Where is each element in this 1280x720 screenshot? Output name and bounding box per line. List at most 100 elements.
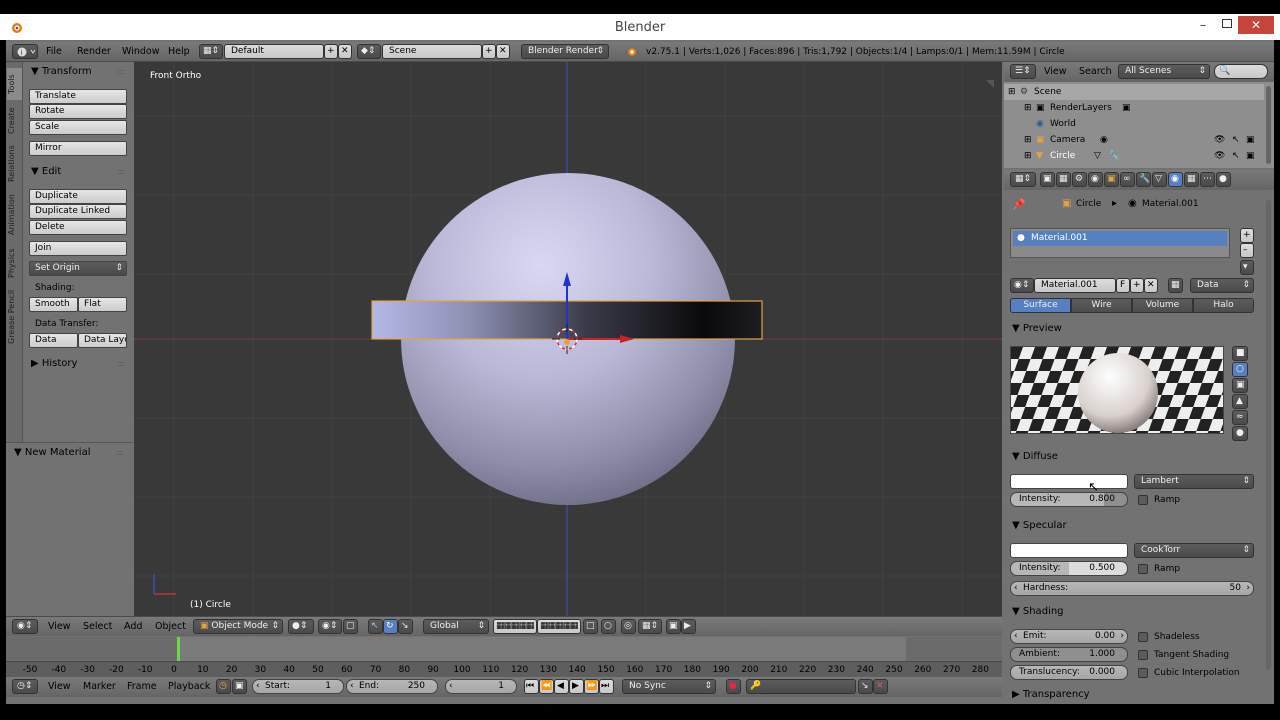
- diffuse-ramp-checkbox[interactable]: [1138, 495, 1148, 505]
- join-button[interactable]: Join: [29, 241, 127, 256]
- layout-selector[interactable]: Default: [224, 44, 324, 59]
- manipulator-toggle-icon[interactable]: ▢: [343, 619, 358, 634]
- menu-outliner-search[interactable]: Search: [1079, 66, 1112, 77]
- texture-tab-icon[interactable]: ▦: [1184, 172, 1199, 187]
- layers-block-2[interactable]: ▦▦▦▦▦: [537, 619, 581, 634]
- material-name-field[interactable]: Material.001: [1034, 278, 1116, 293]
- duplicate-button[interactable]: Duplicate: [29, 189, 127, 204]
- set-origin-dropdown[interactable]: Set Origin ⇕: [29, 261, 127, 276]
- preview-cube-icon[interactable]: ▣: [1232, 378, 1248, 393]
- slot-specials-icon[interactable]: ▾: [1240, 260, 1254, 275]
- ambient-slider[interactable]: Ambient: 1.000: [1010, 647, 1128, 662]
- outliner-display-dropdown[interactable]: All Scenes ⇕: [1118, 64, 1210, 79]
- material-slot-item[interactable]: ● Material.001: [1013, 231, 1227, 246]
- specular-color-swatch[interactable]: [1010, 543, 1128, 558]
- hardness-field[interactable]: ‹ Hardness: 50 ›: [1010, 581, 1254, 596]
- history-panel-header[interactable]: ▶ History: [31, 358, 77, 369]
- expand-icon[interactable]: ⊞: [1024, 100, 1032, 116]
- delete-keyframe-icon[interactable]: ✕: [873, 679, 888, 694]
- physics-tab-icon[interactable]: ●: [1216, 172, 1231, 187]
- snap-element-icon[interactable]: ▦⇕: [638, 619, 662, 634]
- lock-layers-icon[interactable]: □: [583, 619, 598, 634]
- tab-relations[interactable]: Relations: [7, 142, 22, 186]
- scale-manipulator-icon[interactable]: ↘: [398, 619, 413, 634]
- data-tab-icon[interactable]: ▽: [1152, 172, 1167, 187]
- fake-user-button[interactable]: F: [1116, 278, 1130, 293]
- tab-create[interactable]: Create: [7, 104, 22, 138]
- diffuse-shader-dropdown[interactable]: Lambert ⇕: [1134, 474, 1254, 489]
- expand-icon[interactable]: ⊞: [1008, 84, 1016, 100]
- mode-dropdown[interactable]: ▣ Object Mode ⇕: [193, 619, 283, 634]
- jump-start-icon[interactable]: ⏮: [524, 679, 539, 694]
- shadeless-checkbox[interactable]: [1138, 632, 1148, 642]
- end-frame-field[interactable]: ‹ End: 250: [346, 679, 438, 694]
- diffuse-color-swatch[interactable]: [1010, 474, 1128, 489]
- constraints-tab-icon[interactable]: ∞: [1120, 172, 1135, 187]
- preview-flat-icon[interactable]: ■: [1232, 346, 1248, 361]
- jump-end-icon[interactable]: ⏭: [599, 679, 614, 694]
- translate-manipulator-icon[interactable]: ↖: [368, 619, 383, 634]
- tab-wire[interactable]: Wire: [1071, 298, 1132, 313]
- render-layers-tab-icon[interactable]: ▦: [1056, 172, 1071, 187]
- scene-type-icon[interactable]: ◆⇕: [357, 44, 381, 59]
- translate-button[interactable]: Translate: [29, 89, 127, 104]
- pivot-point-icon[interactable]: ◉⇕: [318, 619, 342, 634]
- auto-keying-icon[interactable]: ●: [726, 679, 741, 694]
- object-tab-icon[interactable]: ▣: [1104, 172, 1119, 187]
- opengl-render-icon[interactable]: ▣: [666, 619, 681, 634]
- material-browse-icon[interactable]: ◉⇕: [1010, 278, 1034, 293]
- pin-icon[interactable]: 📌: [1012, 198, 1026, 211]
- specular-ramp-checkbox[interactable]: [1138, 564, 1148, 574]
- tab-surface[interactable]: Surface: [1010, 298, 1071, 313]
- specular-intensity-slider[interactable]: Intensity: 0.500: [1010, 561, 1128, 576]
- cubic-interpolation-checkbox[interactable]: [1138, 668, 1148, 678]
- node-toggle-icon[interactable]: ▦: [1168, 278, 1183, 293]
- current-frame-marker[interactable]: [177, 637, 180, 663]
- properties-scrollbar[interactable]: [1266, 200, 1271, 670]
- shading-panel-header[interactable]: ▼ Shading: [1012, 606, 1064, 617]
- transform-orientation-dropdown[interactable]: Global ⇕: [423, 619, 489, 634]
- add-slot-icon[interactable]: +: [1240, 228, 1254, 243]
- material-slot-list[interactable]: ● Material.001: [1010, 228, 1230, 258]
- outliner-row-renderlayers[interactable]: ⊞ ▣ RenderLayers ▣: [1004, 100, 1264, 116]
- new-material-icon[interactable]: +: [1130, 278, 1144, 293]
- layout-remove-icon[interactable]: ✕: [338, 44, 352, 59]
- menu-file[interactable]: File: [46, 46, 62, 57]
- timeline[interactable]: -50 -40 -30 -20 -10 0 10 20 30 40 50 60 70 80 90 100 110…: [6, 637, 1002, 677]
- menu-add[interactable]: Add: [124, 621, 142, 632]
- preview-monkey-icon[interactable]: ▲: [1232, 394, 1248, 409]
- mirror-button[interactable]: Mirror: [29, 141, 127, 156]
- transparency-panel-header[interactable]: ▶ Transparency: [1012, 689, 1090, 700]
- tab-volume[interactable]: Volume: [1132, 298, 1193, 313]
- tab-halo[interactable]: Halo: [1193, 298, 1254, 313]
- preview-sphere-icon[interactable]: ○: [1232, 362, 1248, 377]
- visibility-eye-icon[interactable]: 👁: [1214, 132, 1225, 148]
- viewport-shading-icon[interactable]: ●⇕: [288, 619, 314, 634]
- smooth-button[interactable]: Smooth: [29, 297, 78, 312]
- panel-grip-icon[interactable]: ::::: [117, 359, 125, 368]
- expand-icon[interactable]: ⊞: [1024, 132, 1032, 148]
- diffuse-intensity-slider[interactable]: Intensity: 0.800: [1010, 492, 1128, 507]
- selectable-cursor-icon[interactable]: ↖: [1232, 148, 1240, 164]
- tab-grease-pencil[interactable]: Grease Pencil: [7, 286, 22, 348]
- menu-playback[interactable]: Playback: [168, 681, 210, 692]
- tab-tools[interactable]: Tools: [7, 68, 22, 100]
- scene-remove-icon[interactable]: ✕: [496, 44, 510, 59]
- maximize-icon[interactable]: [1222, 19, 1232, 28]
- menu-help[interactable]: Help: [168, 46, 190, 57]
- outliner-row-scene[interactable]: ⊞ ⚙ Scene: [1004, 84, 1264, 100]
- tab-physics[interactable]: Physics: [7, 244, 22, 282]
- insert-keyframe-icon[interactable]: ↘: [858, 679, 873, 694]
- editor-type-outliner-icon[interactable]: ☰⇕: [1010, 64, 1036, 79]
- translucency-slider[interactable]: Translucency: 0.000: [1010, 665, 1128, 680]
- scene-selector[interactable]: Scene: [382, 44, 482, 59]
- particles-tab-icon[interactable]: ⋯: [1200, 172, 1215, 187]
- jump-keyframe-back-icon[interactable]: ⏪: [539, 679, 554, 694]
- jump-keyframe-forward-icon[interactable]: ⏩: [584, 679, 599, 694]
- tab-animation[interactable]: Animation: [7, 190, 22, 240]
- panel-grip-icon[interactable]: ::::: [117, 167, 125, 176]
- edit-panel-header[interactable]: ▼ Edit: [31, 166, 61, 177]
- transform-panel-header[interactable]: ▼ Transform: [31, 66, 92, 77]
- renderable-camera-icon[interactable]: ▣: [1246, 148, 1255, 164]
- scene-tab-icon[interactable]: ⚙: [1072, 172, 1087, 187]
